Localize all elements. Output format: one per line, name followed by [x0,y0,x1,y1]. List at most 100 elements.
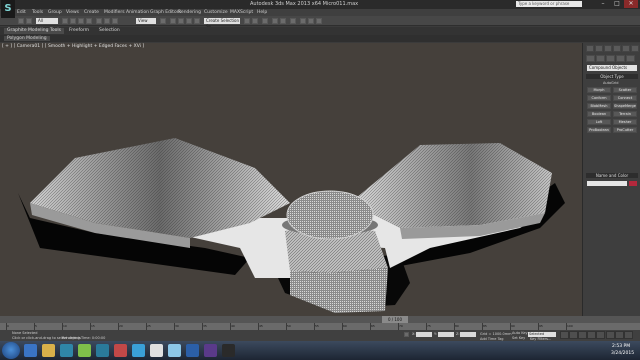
shapemerge-button[interactable]: ShapeMerge [613,103,637,109]
autogrid-checkbox[interactable]: AutoGrid [603,81,618,85]
material-editor-icon[interactable] [290,18,296,24]
selection-filter-dropdown[interactable]: All [36,18,58,24]
app-icon-teal[interactable] [96,344,109,357]
terrain-button[interactable]: Terrain [613,111,637,117]
polygon-modeling-panel[interactable]: Polygon Modeling [4,36,50,41]
y-coordinate-field[interactable] [438,332,454,337]
key-mode-dropdown[interactable]: Selected [528,332,556,337]
morph-button[interactable]: Morph [587,87,611,93]
render-teapot-icon[interactable] [316,18,322,24]
percent-snap-icon[interactable] [186,18,192,24]
cameras-icon[interactable] [616,55,625,62]
align-icon[interactable] [252,18,258,24]
conform-button[interactable]: Conform [587,95,611,101]
go-to-start-icon[interactable] [560,331,569,339]
app-icon-navy[interactable] [186,344,199,357]
pan-icon[interactable] [624,331,633,339]
z-coordinate-field[interactable] [460,332,476,337]
app-icon-purple[interactable] [204,344,217,357]
object-category-dropdown[interactable]: Compound Objects [587,65,637,71]
mesher-button[interactable]: Mesher [613,119,637,125]
menu-create[interactable]: Create [84,10,99,15]
boolean-button[interactable]: Boolean [587,111,611,117]
display-tab-icon[interactable] [622,45,630,52]
menu-maxscript[interactable]: MAXScript [230,10,253,15]
select-by-name-icon[interactable] [70,18,76,24]
reference-coord-dropdown[interactable]: View [136,18,156,24]
search-input[interactable]: Type a keyword or phrase [516,1,582,7]
mirror-icon[interactable] [244,18,250,24]
menu-animation[interactable]: Animation [126,10,149,15]
app-icon-green[interactable] [78,344,91,357]
hierarchy-tab-icon[interactable] [604,45,612,52]
angle-snap-icon[interactable] [178,18,184,24]
app-icon-light-blue[interactable] [168,344,181,357]
snap-toggle-icon[interactable] [170,18,176,24]
menu-views[interactable]: Views [66,10,79,15]
utilities-tab-icon[interactable] [631,45,639,52]
rendered-frame-icon[interactable] [308,18,314,24]
pivot-icon[interactable] [160,18,166,24]
explorer-folder-icon[interactable] [42,344,55,357]
set-key-button[interactable]: Set Key [512,336,525,340]
x-coordinate-field[interactable] [416,332,432,337]
internet-explorer-icon[interactable] [24,344,37,357]
loft-button[interactable]: Loft [587,119,611,125]
track-bar[interactable]: 0 5 10 15 20 25 30 35 40 45 50 55 60 65 70 75 80 85 90 95 10… [0,323,640,330]
auto-key-button[interactable]: Auto Key [512,331,528,335]
app-logo-icon[interactable]: S [1,0,15,18]
blobmesh-button[interactable]: BlobMesh [587,103,611,109]
window-crossing-icon[interactable] [86,18,92,24]
3ds-max-task-icon[interactable] [222,344,235,357]
menu-graph-editors[interactable]: Graph Editors [150,10,181,15]
select-object-icon[interactable] [62,18,68,24]
proboolean-button[interactable]: ProBoolean [587,127,611,133]
connect-button[interactable]: Connect [613,95,637,101]
menu-group[interactable]: Group [48,10,62,15]
redo-icon[interactable] [26,18,32,24]
menu-modifiers[interactable]: Modifiers [104,10,125,15]
scale-icon[interactable] [112,18,118,24]
layer-manager-icon[interactable] [262,18,268,24]
shapes-icon[interactable] [596,55,605,62]
menu-edit[interactable]: Edit [17,10,26,15]
zoom-icon[interactable] [606,331,615,339]
camera-viewport[interactable]: [ + ] [ Camera01 ] [ Smooth + Highlight … [0,43,582,316]
lights-icon[interactable] [606,55,615,62]
geometry-icon[interactable] [586,55,595,62]
schematic-view-icon[interactable] [280,18,286,24]
name-and-color-rollout[interactable]: Name and Color [586,173,638,178]
object-color-swatch[interactable] [629,181,637,186]
start-button[interactable] [2,342,20,359]
menu-help[interactable]: Help [257,10,267,15]
tab-freeform[interactable]: Freeform [66,28,92,34]
modify-tab-icon[interactable] [595,45,603,52]
time-slider[interactable]: 0 / 100 [0,316,640,323]
app-icon-white[interactable] [150,344,163,357]
menu-rendering[interactable]: Rendering [178,10,201,15]
move-icon[interactable] [96,18,102,24]
tab-graphite-modeling-tools[interactable]: Graphite Modeling Tools [4,28,65,34]
previous-frame-icon[interactable] [569,331,578,339]
named-selection-dropdown[interactable]: Create Selection Se [204,18,240,29]
minimize-button[interactable]: – [596,0,610,8]
create-tab-icon[interactable] [586,45,594,52]
object-type-rollout[interactable]: Object Type [586,74,638,79]
viewport-label[interactable]: [ + ] [ Camera01 ] [ Smooth + Highlight … [2,44,144,49]
menu-customize[interactable]: Customize [204,10,228,15]
maximize-button[interactable]: □ [610,0,624,8]
clock-date[interactable]: 3/24/2015 [611,351,634,356]
scatter-button[interactable]: Scatter [613,87,637,93]
menu-tools[interactable]: Tools [32,10,43,15]
clock-time[interactable]: 2:53 PM [612,344,630,349]
render-setup-icon[interactable] [300,18,306,24]
go-to-end-icon[interactable] [596,331,605,339]
curve-editor-icon[interactable] [272,18,278,24]
rotate-icon[interactable] [104,18,110,24]
tab-selection[interactable]: Selection [96,28,123,34]
play-icon[interactable] [578,331,587,339]
object-name-field[interactable] [587,181,627,186]
motion-tab-icon[interactable] [613,45,621,52]
lock-selection-icon[interactable] [404,332,409,337]
spinner-snap-icon[interactable] [194,18,200,24]
